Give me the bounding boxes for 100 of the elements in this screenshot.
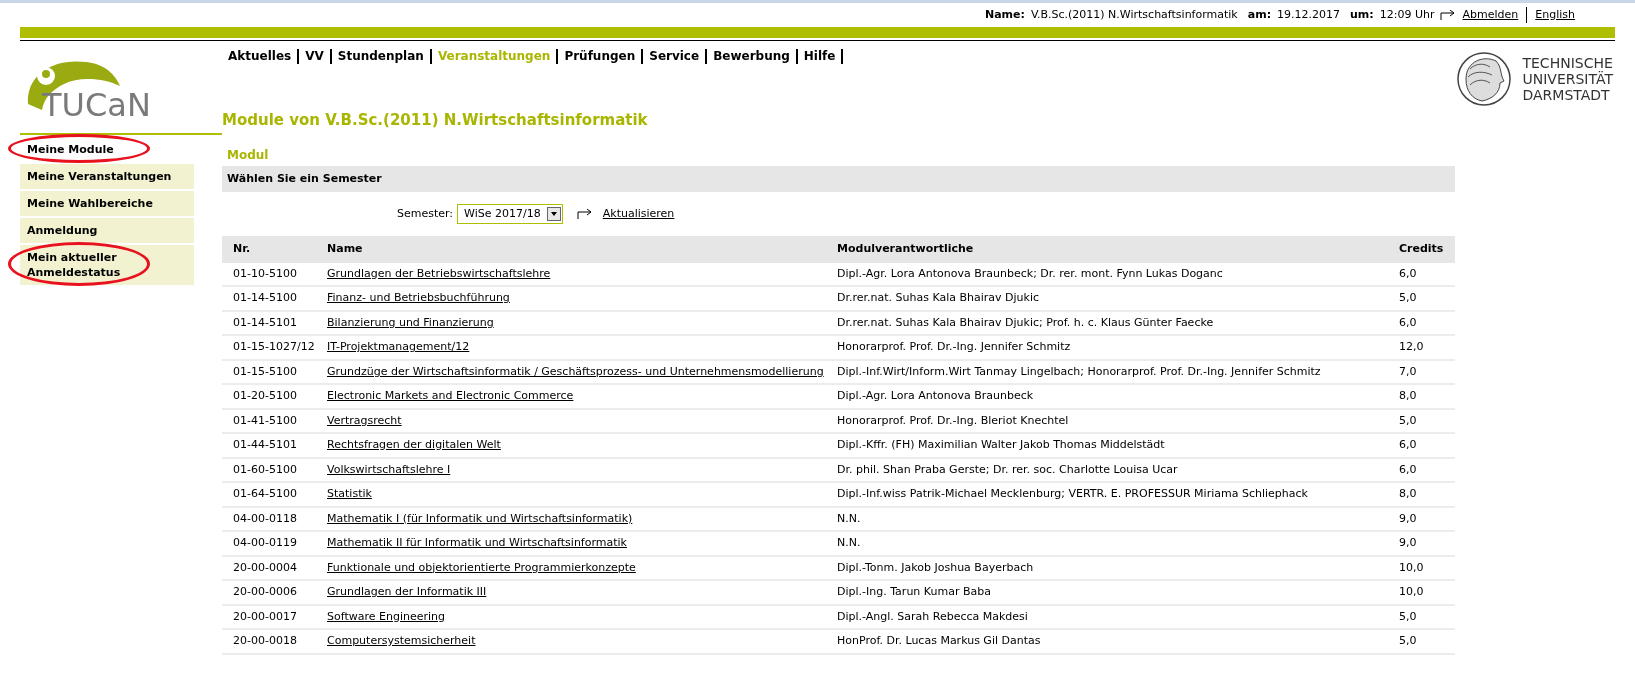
table-cell: 5,0 bbox=[1399, 609, 1417, 623]
module-link[interactable]: Grundlagen der Betriebswirtschaftslehre bbox=[327, 266, 551, 280]
table-cell: 01-10-5100 bbox=[233, 266, 297, 280]
nav-tab[interactable]: Hilfe bbox=[797, 49, 844, 64]
table-cell: 8,0 bbox=[1399, 487, 1417, 500]
nav-tab[interactable]: Service bbox=[643, 49, 708, 64]
module-link[interactable]: Computersystemsicherheit bbox=[327, 634, 476, 647]
table-cell: 04-00-0118 bbox=[233, 511, 297, 525]
table-cell: Dipl.-Kffr. (FH) Maximilian Walter Jakob Thomas Middelstädt bbox=[837, 438, 1165, 451]
table-cell: 9,0 bbox=[1399, 511, 1417, 525]
table-cell: 01-60-5100 bbox=[233, 462, 297, 476]
module-link[interactable]: Volkswirtschaftslehre I bbox=[327, 462, 451, 476]
university-name: DARMSTADT bbox=[1522, 87, 1611, 103]
table-cell: 01-14-5101 bbox=[233, 315, 297, 329]
sidebar-item[interactable]: Meine Wahlbereiche bbox=[20, 191, 194, 216]
table-cell: Dipl.-Tonm. Jakob Joshua Bayerbach bbox=[837, 560, 1034, 574]
table-cell: Dipl.-Ing. Tarun Kumar Baba bbox=[837, 585, 991, 598]
table-cell: 01-15-5100 bbox=[233, 364, 297, 378]
university-name: TECHNISCHE bbox=[1522, 55, 1613, 71]
table-cell: 6,0 bbox=[1399, 438, 1417, 451]
university-name: UNIVERSITÄT bbox=[1522, 71, 1613, 87]
page-title: Module von V.B.Sc.(2011) N.Wirtschaftsinformatik bbox=[222, 110, 649, 131]
table-cell: 01-41-5100 bbox=[233, 413, 297, 427]
time-value: 12:09 Uhr bbox=[1379, 6, 1435, 23]
name-value: V.B.Sc.(2011) N.Wirtschaftsinformatik bbox=[1030, 6, 1238, 23]
module-link[interactable]: Statistik bbox=[327, 487, 372, 500]
module-link[interactable]: Bilanzierung und Finanzierung bbox=[327, 315, 494, 329]
table-cell: 20-00-0017 bbox=[233, 609, 297, 623]
module-link[interactable]: IT-Projektmanagement/12 bbox=[327, 340, 470, 353]
table-cell: 01-15-1027/12 bbox=[233, 340, 315, 353]
arrow-icon bbox=[576, 209, 593, 219]
semester-label: Semester: bbox=[397, 205, 454, 222]
language-link[interactable]: English bbox=[1533, 6, 1575, 24]
column-header: Nr. bbox=[222, 236, 325, 263]
module-link[interactable]: Funktionale und objektorientierte Programmierkonzepte bbox=[327, 560, 636, 574]
table-cell: 12,0 bbox=[1399, 340, 1424, 353]
nav-tab[interactable]: Bewerbung bbox=[707, 49, 798, 64]
table-cell: Dr.rer.nat. Suhas Kala Bhairav Djukic; Prof. h. c. Klaus Günter Faecke bbox=[837, 315, 1214, 329]
column-header: Modulverantwortliche bbox=[835, 236, 1397, 263]
date-label: am: bbox=[1247, 6, 1272, 23]
table-cell: 01-14-5100 bbox=[233, 291, 297, 304]
table-cell: 8,0 bbox=[1399, 389, 1417, 402]
table-cell: 01-44-5101 bbox=[233, 438, 297, 451]
arrow-icon bbox=[1440, 10, 1457, 20]
column-header: Name bbox=[325, 236, 835, 263]
sidebar-item[interactable]: Anmeldung bbox=[20, 218, 194, 243]
column-header: Credits bbox=[1397, 236, 1455, 263]
table-cell: 6,0 bbox=[1399, 462, 1417, 476]
head-profile-drawing bbox=[1456, 49, 1513, 109]
module-link[interactable]: Grundlagen der Informatik III bbox=[327, 585, 487, 598]
table-cell: Honorarprof. Prof. Dr.-Ing. Jennifer Schmitz bbox=[837, 340, 1071, 353]
sidebar-item[interactable]: Mein aktueller Anmeldestatus bbox=[20, 245, 194, 285]
section-title: Modul bbox=[226, 146, 270, 164]
module-link[interactable]: Mathematik II für Informatik und Wirtschaftsinformatik bbox=[327, 536, 627, 549]
table-cell: 04-00-0119 bbox=[233, 536, 297, 549]
nav-tab[interactable]: VV bbox=[299, 49, 332, 64]
table-cell: 7,0 bbox=[1399, 364, 1417, 378]
semester-dropdown[interactable]: WiSe 2017/18 bbox=[457, 204, 563, 224]
table-cell: 9,0 bbox=[1399, 536, 1417, 549]
refresh-link[interactable]: Aktualisieren bbox=[602, 205, 675, 223]
table-cell: 10,0 bbox=[1399, 585, 1424, 598]
nav-tab[interactable]: Aktuelles bbox=[222, 49, 300, 64]
module-link[interactable]: Finanz- und Betriebsbuchführung bbox=[327, 291, 510, 304]
table-cell: Dr.rer.nat. Suhas Kala Bhairav Djukic bbox=[837, 291, 1040, 304]
table-cell: Dipl.-Agr. Lora Antonova Braunbeck; Dr. rer. mont. Fynn Lukas Doganc bbox=[837, 266, 1223, 280]
table-cell: N.N. bbox=[837, 536, 861, 549]
module-link[interactable]: Grundzüge der Wirtschaftsinformatik / Geschäftsprozess- und Unternehmensmodellierung bbox=[327, 364, 824, 378]
table-cell: 5,0 bbox=[1399, 634, 1417, 647]
table-cell: 20-00-0018 bbox=[233, 634, 297, 647]
nav-tab[interactable]: Prüfungen bbox=[558, 49, 644, 64]
table-cell: 01-20-5100 bbox=[233, 389, 297, 402]
semester-bar: Wählen Sie ein Semester bbox=[222, 165, 1455, 192]
module-link[interactable]: Software Engineering bbox=[327, 609, 445, 623]
table-cell: N.N. bbox=[837, 511, 861, 525]
sidebar-item[interactable]: Meine Veranstaltungen bbox=[20, 164, 194, 189]
table-cell: Dr. phil. Shan Praba Gerste; Dr. rer. soc. Charlotte Louisa Ucar bbox=[837, 462, 1178, 476]
table-cell: Dipl.-Agr. Lora Antonova Braunbeck bbox=[837, 389, 1034, 402]
date-value: 19.12.2017 bbox=[1277, 6, 1341, 23]
table-cell: 10,0 bbox=[1399, 560, 1424, 574]
nav-tab[interactable]: Stundenplan bbox=[331, 49, 432, 64]
module-link[interactable]: Mathematik I (für Informatik und Wirtschaftsinformatik) bbox=[327, 511, 633, 525]
table-cell: HonProf. Dr. Lucas Markus Gil Dantas bbox=[837, 634, 1041, 647]
table-cell: 01-64-5100 bbox=[233, 487, 297, 500]
module-link[interactable]: Vertragsrecht bbox=[327, 413, 402, 427]
table-cell: Dipl.-Inf.wiss Patrik-Michael Mecklenburg; VERTR. E. PROFESSUR Miriama Schliephack bbox=[837, 487, 1308, 500]
name-label: Name: bbox=[984, 6, 1025, 23]
table-cell: 6,0 bbox=[1399, 315, 1417, 329]
time-label: um: bbox=[1350, 6, 1374, 23]
logout-link[interactable]: Abmelden bbox=[1462, 6, 1528, 24]
table-cell: 20-00-0006 bbox=[233, 585, 297, 598]
table-cell: 20-00-0004 bbox=[233, 560, 297, 574]
module-link[interactable]: Electronic Markets and Electronic Commerce bbox=[327, 389, 574, 402]
table-cell: 5,0 bbox=[1399, 291, 1417, 304]
table-cell: Honorarprof. Prof. Dr.-Ing. Bleriot Knechtel bbox=[837, 413, 1069, 427]
module-link[interactable]: Rechtsfragen der digitalen Welt bbox=[327, 438, 501, 451]
table-cell: Dipl.-Angl. Sarah Rebecca Makdesi bbox=[837, 609, 1028, 623]
table-cell: 6,0 bbox=[1399, 266, 1417, 280]
tucan-logo-drawing: TUCaN bbox=[24, 54, 174, 120]
table-cell: 5,0 bbox=[1399, 413, 1417, 427]
table-cell: Dipl.-Inf.Wirt/Inform.Wirt Tanmay Lingelbach; Honorarprof. Prof. Dr.-Ing. Jennifer Schmitz bbox=[837, 364, 1321, 378]
